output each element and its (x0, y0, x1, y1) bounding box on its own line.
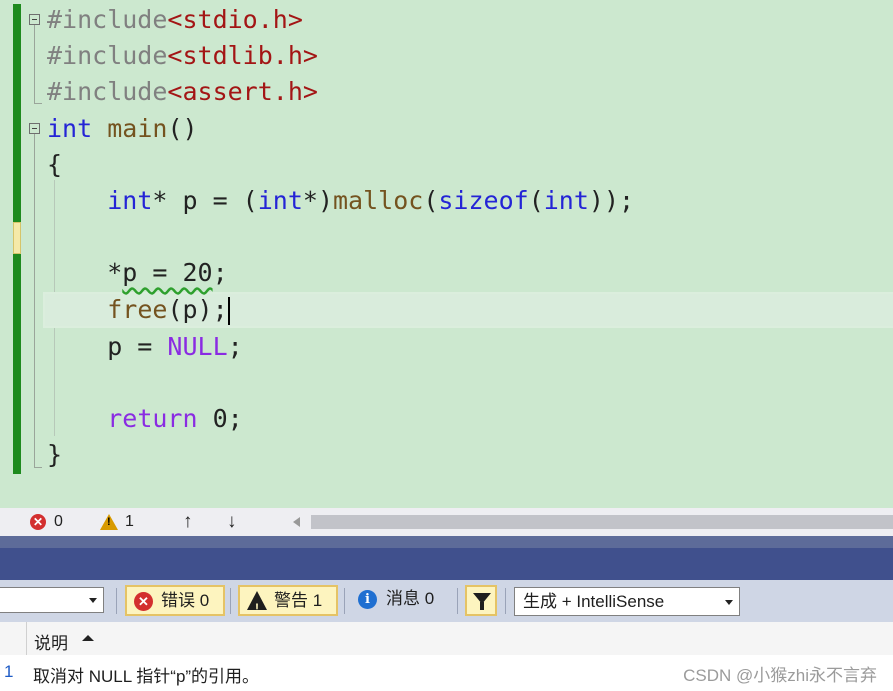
next-issue-arrow-icon[interactable]: ↓ (227, 511, 237, 533)
code-token: main (107, 114, 168, 143)
code-line[interactable]: } (47, 438, 62, 472)
table-row[interactable]: 1 取消对 NULL 指针“p”的引用。 CSDN @小猴zhi永不言弃 (0, 655, 893, 691)
error-list-toolbar: ✕ 错误 0 ! 警告 1 i 消息 0 生成 + IntelliSense (0, 580, 893, 622)
code-token: * (47, 258, 123, 287)
fold-guide (34, 134, 35, 467)
error-description: 取消对 NULL 指针“p”的引用。 (33, 667, 260, 686)
warnings-filter-label: 警告 1 (274, 591, 323, 610)
code-token: #include (47, 77, 168, 106)
code-token: () (167, 114, 198, 143)
code-token: (p); (167, 295, 228, 324)
code-line[interactable]: int main() (47, 112, 198, 146)
description-column-header[interactable]: 说明 (34, 629, 68, 654)
info-icon: i (358, 590, 377, 609)
code-token: <stdlib.h> (167, 41, 318, 70)
code-token: )); (588, 186, 635, 215)
source-dropdown-value: 生成 + IntelliSense (523, 592, 665, 611)
x-circle-icon: ✕ (134, 592, 153, 611)
code-token: int (257, 186, 303, 215)
toolbar-separator (230, 588, 231, 614)
funnel-stem (480, 602, 484, 610)
source-dropdown[interactable]: 生成 + IntelliSense (514, 587, 740, 616)
warning-count[interactable]: 1 (125, 513, 134, 531)
code-line[interactable]: { (47, 148, 62, 182)
code-line[interactable]: int* p = (int*)malloc(sizeof(int)); (47, 184, 634, 218)
error-count[interactable]: 0 (54, 513, 63, 531)
code-token: free (107, 295, 168, 324)
scope-dropdown[interactable] (0, 587, 104, 613)
code-token: int (107, 186, 153, 215)
code-token: ( (423, 186, 439, 215)
messages-filter-label: 消息 0 (386, 589, 435, 608)
code-token: ; (212, 258, 228, 287)
code-token: { (47, 150, 63, 179)
code-token: } (47, 440, 63, 469)
x-circle-icon[interactable]: ✕ (30, 514, 46, 530)
code-token: int (543, 186, 589, 215)
column-divider[interactable] (26, 622, 27, 655)
code-editor[interactable]: #include<stdio.h> #include<stdlib.h> #incl… (0, 0, 893, 508)
code-line[interactable]: *p = 20; (47, 256, 228, 290)
code-token: 0; (197, 404, 243, 433)
text-caret (227, 297, 230, 325)
code-line[interactable]: p = NULL; (47, 330, 243, 364)
code-token: <stdio.h> (167, 5, 303, 34)
code-token: *) (302, 186, 333, 215)
watermark: CSDN @小猴zhi永不言弃 (683, 666, 877, 685)
error-list-header: 说明 (0, 622, 893, 656)
messages-filter-button[interactable]: i 消息 0 (354, 585, 454, 616)
code-token: NULL (167, 332, 228, 361)
code-line[interactable]: #include<stdio.h> (47, 3, 303, 37)
panel-splitter[interactable] (0, 536, 893, 548)
code-token: ; (227, 332, 243, 361)
toolbar-separator (344, 588, 345, 614)
toolbar-separator (457, 588, 458, 614)
toolbar-separator (116, 588, 117, 614)
code-token: sizeof (438, 186, 529, 215)
code-token: p = 20 (122, 258, 213, 287)
code-token: return (107, 404, 198, 433)
fold-guide-end (34, 467, 42, 468)
chevron-down-icon (725, 600, 733, 605)
error-list-titlebar (0, 548, 893, 580)
row-number: 1 (4, 662, 14, 681)
editor-status-bar: ✕ 0 ! 1 ↑ ↓ (0, 508, 893, 536)
chevron-down-icon (89, 598, 97, 603)
warning-triangle-icon: ! (247, 591, 267, 615)
errors-filter-label: 错误 0 (161, 591, 210, 610)
toolbar-separator (505, 588, 506, 614)
code-line[interactable]: free(p); (47, 293, 230, 327)
code-token: int (47, 114, 93, 143)
warning-triangle-icon[interactable]: ! (100, 514, 118, 530)
code-line[interactable]: #include<stdlib.h> (47, 39, 318, 73)
code-token: ( (528, 186, 544, 215)
horizontal-scrollbar[interactable] (311, 515, 893, 529)
errors-filter-button[interactable]: ✕ 错误 0 (125, 585, 225, 616)
scroll-left-icon[interactable] (293, 517, 300, 527)
fold-guide-end (34, 103, 42, 104)
code-token: * p = ( (152, 186, 258, 215)
code-line[interactable]: #include<assert.h> (47, 75, 318, 109)
code-token: malloc (333, 186, 424, 215)
warnings-filter-button[interactable]: ! 警告 1 (238, 585, 338, 616)
code-token: #include (47, 5, 168, 34)
code-token: <assert.h> (167, 77, 318, 106)
previous-issue-arrow-icon[interactable]: ↑ (183, 511, 193, 533)
collapse-icon[interactable] (29, 123, 40, 134)
code-token: #include (47, 41, 168, 70)
build-filter-button[interactable] (465, 585, 497, 616)
code-token: p = (47, 332, 168, 361)
code-line[interactable]: return 0; (47, 402, 243, 436)
unsaved-change-marker (13, 222, 21, 254)
sort-ascending-icon (82, 635, 94, 641)
collapse-icon[interactable] (29, 14, 40, 25)
fold-guide (34, 25, 35, 103)
